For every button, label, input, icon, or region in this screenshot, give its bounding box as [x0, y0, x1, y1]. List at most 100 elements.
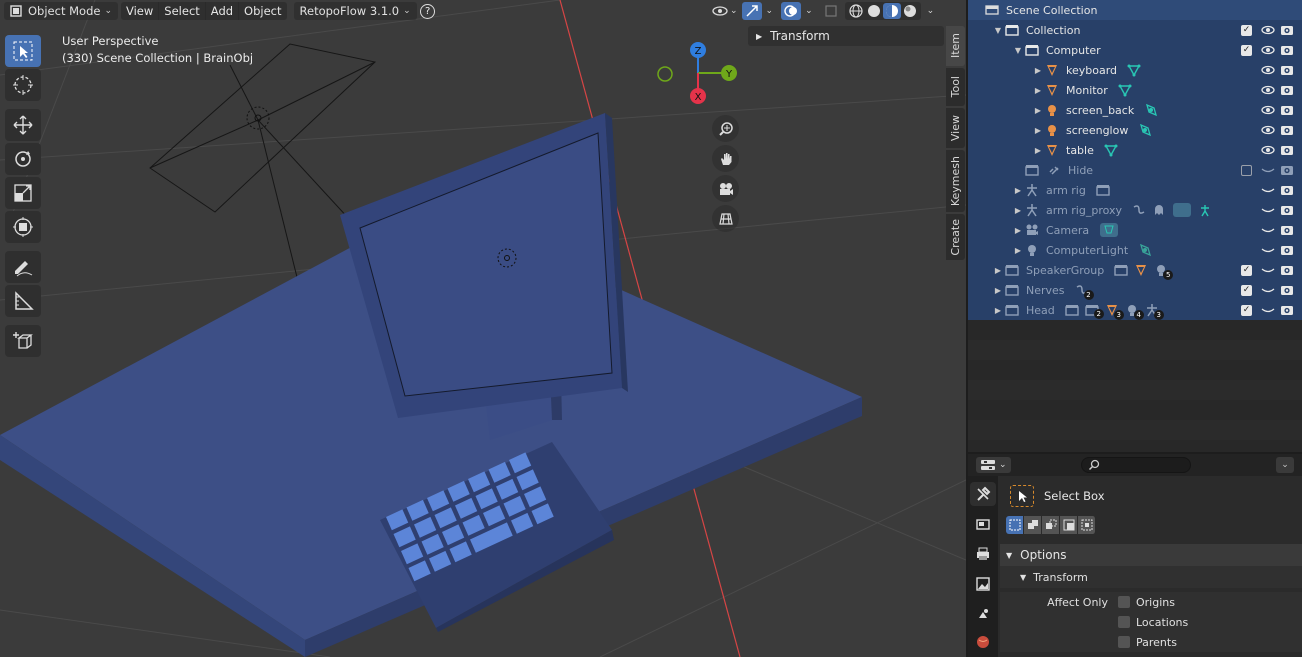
mode-dropdown[interactable]: Object Mode ⌄ [4, 2, 118, 20]
collDim-icon[interactable]: 2 [1085, 304, 1104, 319]
help-button[interactable]: ? [418, 2, 438, 20]
lightData-icon[interactable] [1138, 123, 1152, 137]
armature-icon[interactable]: 3 [1145, 303, 1164, 320]
annotate-tool[interactable] [5, 251, 41, 283]
disclosure-triangle-icon[interactable]: ▶ [1012, 206, 1024, 215]
eye-icon[interactable] [1261, 124, 1275, 136]
camera-view-button[interactable] [712, 175, 739, 202]
exclude-checkbox[interactable] [1241, 164, 1252, 176]
transform-tool[interactable] [5, 211, 41, 243]
outliner-row-camera[interactable]: ▶ Camera [968, 220, 1302, 240]
chevron-down-icon[interactable]: ⌄ [730, 6, 738, 16]
editor-type-dropdown[interactable]: ⌄ [976, 457, 1011, 473]
exclude-checkbox[interactable]: ✓ [1241, 264, 1252, 276]
mode-invert-button[interactable] [1060, 516, 1078, 534]
origins-checkbox[interactable] [1118, 596, 1130, 608]
exclude-checkbox[interactable]: ✓ [1241, 284, 1252, 296]
collDim-icon[interactable] [1096, 184, 1110, 196]
eye-icon[interactable] [1261, 184, 1275, 196]
mesh-icon[interactable] [1134, 263, 1148, 277]
tab-scene[interactable] [970, 602, 996, 626]
tab-output[interactable] [970, 542, 996, 566]
outliner-row-table[interactable]: ▶ table [968, 140, 1302, 160]
disclosure-triangle-icon[interactable]: ▶ [1012, 186, 1024, 195]
lightDataDim-icon[interactable] [1138, 243, 1152, 257]
outliner-row-nerves[interactable]: ▶ Nerves 2 ✓ [968, 280, 1302, 300]
camera-render-icon[interactable] [1280, 204, 1294, 216]
meshData-icon[interactable] [1118, 83, 1132, 97]
camera-render-icon[interactable] [1280, 184, 1294, 196]
mode-intersect-button[interactable] [1078, 516, 1096, 534]
menu-add[interactable]: Add [204, 2, 238, 20]
solid-shading-icon[interactable] [865, 3, 883, 19]
tab-view-layer[interactable] [970, 572, 996, 596]
navigation-gizmo[interactable]: Z Y X [648, 38, 748, 113]
collDim-icon[interactable] [1065, 304, 1079, 316]
disclosure-triangle-icon[interactable]: ▶ [1032, 146, 1044, 155]
outliner-row-screen-back[interactable]: ▶ screen_back [968, 100, 1302, 120]
overlays-toggle[interactable] [781, 2, 802, 20]
outliner-row-head[interactable]: ▶ Head 2 3 4 3 ✓ [968, 300, 1302, 320]
exclude-checkbox[interactable]: ✓ [1241, 44, 1252, 56]
lightDim-icon[interactable]: 4 [1125, 303, 1144, 320]
outliner-row-arm-rig[interactable]: ▶ arm rig [968, 180, 1302, 200]
rotate-tool[interactable] [5, 143, 41, 175]
outliner-row-hide[interactable]: Hide [968, 160, 1302, 180]
eye-icon[interactable] [1261, 204, 1275, 216]
rendered-shading-icon[interactable] [901, 3, 919, 19]
locations-checkbox[interactable] [1118, 616, 1130, 628]
disclosure-triangle-icon[interactable]: ▶ [1012, 226, 1024, 235]
eye-icon[interactable] [1261, 144, 1275, 156]
curve-icon[interactable]: 2 [1075, 283, 1094, 300]
menu-view[interactable]: View [121, 2, 158, 20]
transform-subpanel-header[interactable]: ▼ Transform [1000, 566, 1302, 588]
tab-item[interactable]: Item [946, 26, 965, 66]
outliner-row-arm-rig-proxy[interactable]: ▶ arm rig_proxy [968, 200, 1302, 220]
eye-icon[interactable] [1261, 44, 1275, 56]
eye-icon[interactable] [1261, 304, 1275, 316]
disclosure-triangle-icon[interactable]: ▶ [1032, 86, 1044, 95]
mode-subtract-button[interactable] [1042, 516, 1060, 534]
outliner-row-monitor[interactable]: ▶ Monitor [968, 80, 1302, 100]
camera-render-icon[interactable] [1280, 84, 1294, 96]
menu-select[interactable]: Select [158, 2, 204, 20]
disclosure-triangle-icon[interactable]: ▼ [1012, 46, 1024, 55]
disclosure-triangle-icon[interactable]: ▶ [992, 266, 1004, 275]
lightData-icon[interactable] [1144, 103, 1158, 117]
mesh-icon[interactable]: 3 [1105, 303, 1124, 320]
properties-search-input[interactable] [1081, 457, 1191, 473]
chevron-down-icon[interactable]: ⌄ [805, 6, 813, 16]
xray-toggle[interactable] [821, 2, 841, 20]
eye-icon[interactable] [1261, 24, 1275, 36]
camera-render-icon[interactable] [1280, 44, 1294, 56]
options-panel-header[interactable]: ▼ Options [1000, 544, 1302, 566]
cursor-tool[interactable] [5, 69, 41, 101]
chevron-down-icon[interactable]: ⌄ [927, 6, 935, 16]
material-shading-icon[interactable] [882, 3, 901, 19]
tab-render[interactable] [970, 512, 996, 536]
tab-view[interactable]: View [946, 108, 965, 148]
meshData-icon[interactable] [1104, 143, 1118, 157]
transform-panel-header[interactable]: ▶ Transform [748, 26, 944, 46]
visibility-toggle[interactable] [710, 2, 730, 20]
add-cube-tool[interactable] [5, 325, 41, 357]
disclosure-triangle-icon[interactable]: ▶ [1012, 246, 1024, 255]
camera-render-icon[interactable] [1280, 124, 1294, 136]
tab-tool-settings[interactable] [970, 482, 996, 506]
eye-icon[interactable] [1261, 224, 1275, 236]
disclosure-triangle-icon[interactable]: ▶ [992, 306, 1004, 315]
collDim-icon[interactable] [1114, 264, 1128, 276]
lightDim-icon[interactable]: 5 [1154, 263, 1174, 280]
eye-icon[interactable] [1261, 164, 1275, 176]
eye-icon[interactable] [1261, 104, 1275, 116]
camData-icon[interactable] [1099, 222, 1119, 238]
outliner-row-computer[interactable]: ▼ Computer ✓ [968, 40, 1302, 60]
wireframe-shading-icon[interactable] [847, 3, 865, 19]
disclosure-triangle-icon[interactable]: ▶ [1032, 126, 1044, 135]
mode-extend-button[interactable] [1024, 516, 1042, 534]
outliner[interactable]: Scene Collection ▼ Collection ✓ ▼ Computer ✓ ▶ k… [968, 0, 1302, 320]
ghost-icon[interactable] [1152, 203, 1166, 217]
disclosure-triangle-icon[interactable]: ▶ [1032, 106, 1044, 115]
curve-icon[interactable] [1132, 203, 1146, 217]
camera-render-icon[interactable] [1280, 24, 1294, 36]
